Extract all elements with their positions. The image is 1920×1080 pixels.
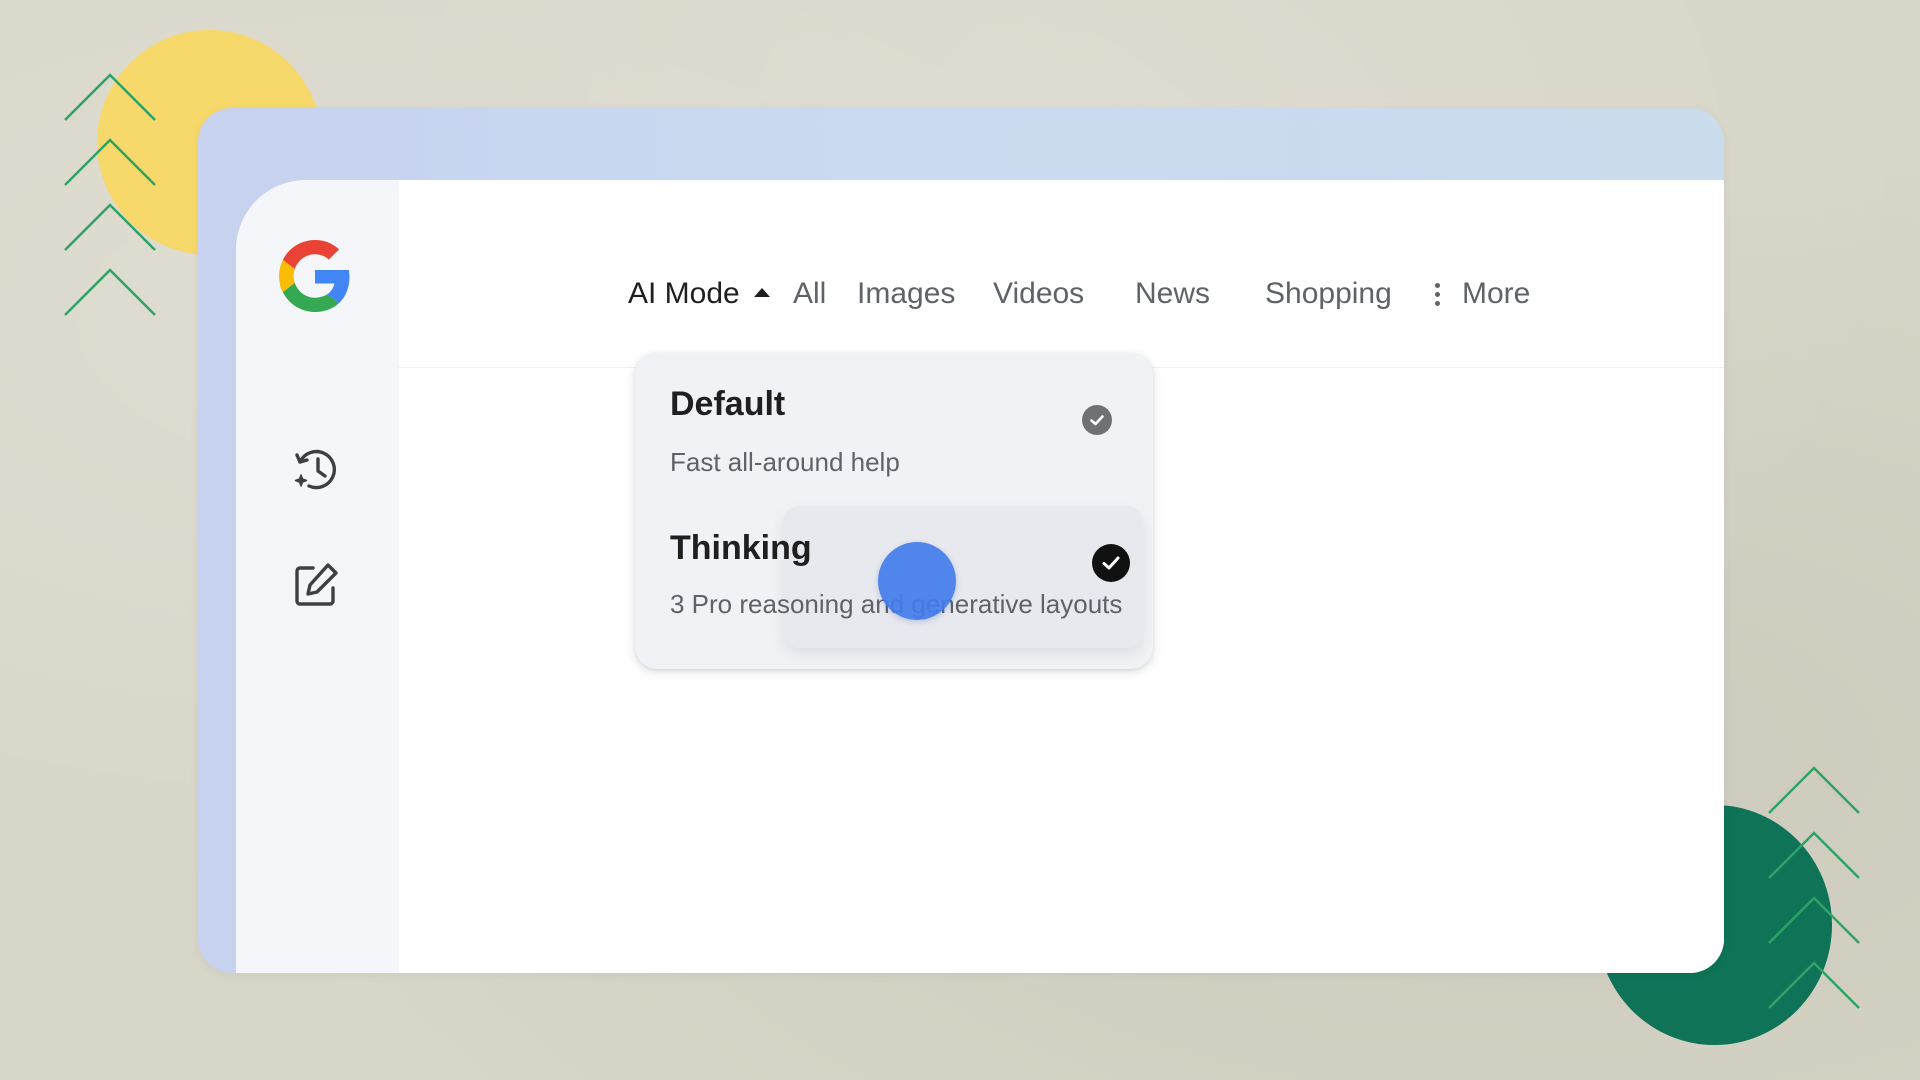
option-default-title: Default	[670, 385, 786, 423]
option-default-description: Fast all-around help	[670, 447, 900, 477]
tab-ai-mode[interactable]: AI Mode	[628, 276, 770, 312]
tab-ai-mode-label: AI Mode	[628, 277, 740, 310]
tab-news[interactable]: News	[1135, 276, 1210, 312]
search-type-tabs: AI Mode All Images Videos News Shopping …	[399, 180, 1724, 368]
tab-all[interactable]: All	[793, 276, 826, 312]
option-thinking-title: Thinking	[670, 529, 812, 567]
check-circle-selected-icon	[1092, 544, 1130, 582]
check-circle-icon	[1082, 405, 1112, 435]
history-icon[interactable]	[291, 445, 341, 495]
tab-videos[interactable]: Videos	[993, 276, 1084, 312]
new-chat-edit-icon[interactable]	[291, 560, 341, 610]
tab-shopping[interactable]: Shopping	[1265, 276, 1392, 312]
app-content: AI Mode All Images Videos News Shopping …	[236, 180, 1724, 973]
tab-more-label: More	[1462, 277, 1531, 310]
decorative-chevrons-right	[1768, 766, 1860, 1009]
google-logo-icon[interactable]	[279, 240, 351, 312]
option-thinking[interactable]	[783, 506, 1143, 648]
tab-images[interactable]: Images	[857, 276, 955, 312]
more-vert-icon	[1435, 282, 1440, 306]
app-window: AI Mode All Images Videos News Shopping …	[198, 108, 1724, 973]
sidebar	[236, 180, 399, 973]
ai-mode-dropdown: Default Fast all-around help Thinking 3 …	[635, 353, 1153, 669]
option-thinking-description: 3 Pro reasoning and generative layouts	[670, 589, 1123, 619]
caret-up-icon	[753, 287, 770, 297]
option-default[interactable]	[635, 353, 1153, 505]
tab-more[interactable]: More	[1435, 276, 1530, 312]
decorative-chevrons-left	[64, 73, 156, 316]
